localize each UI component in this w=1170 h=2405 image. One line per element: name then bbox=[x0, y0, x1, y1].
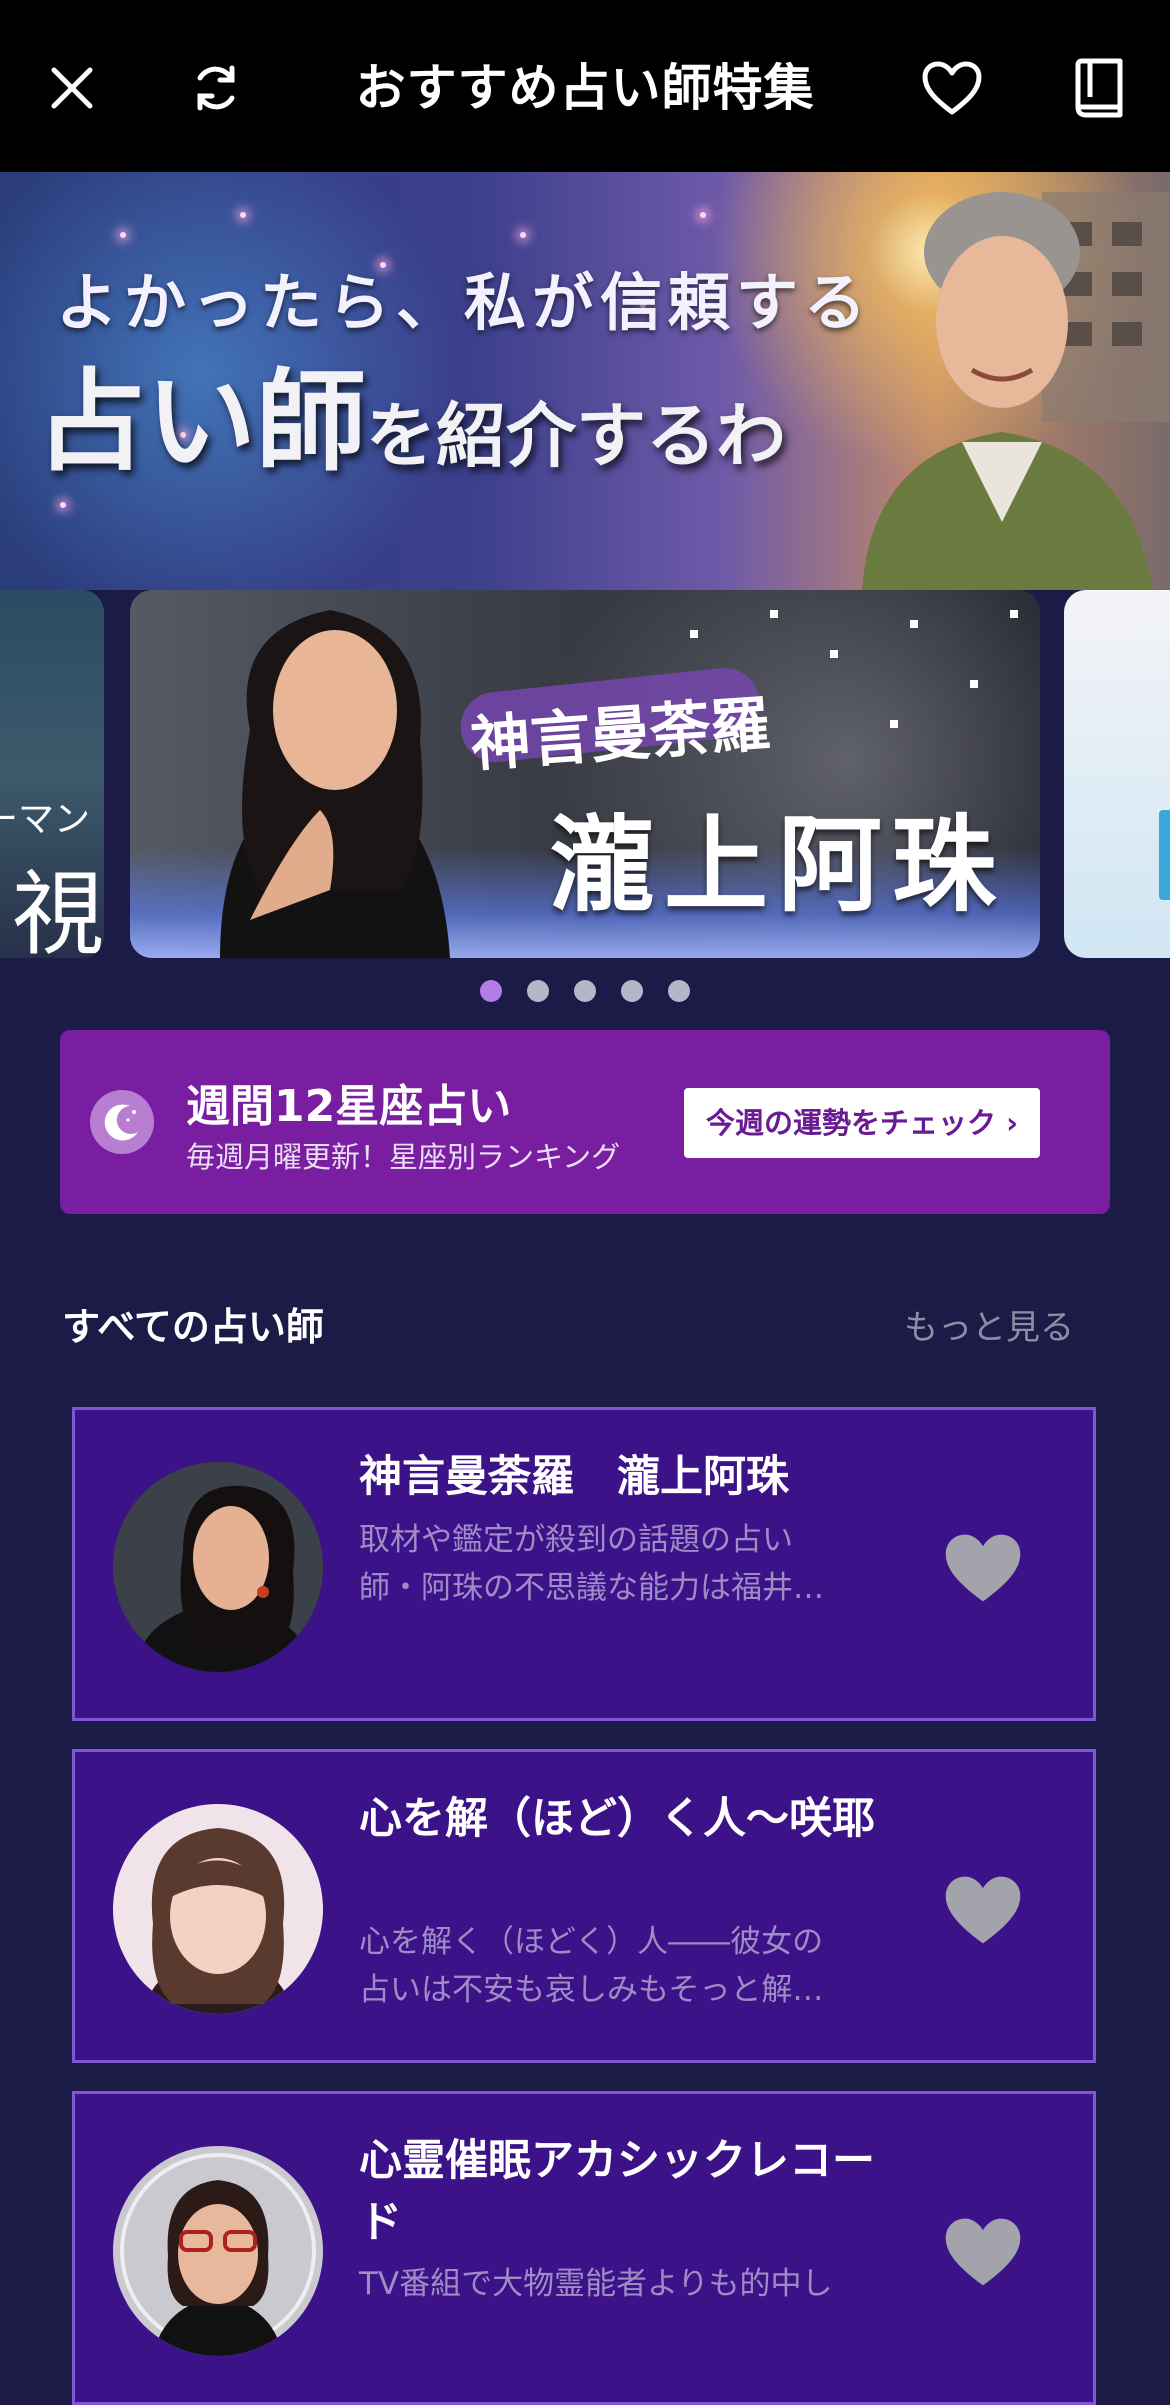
description-line: 取材や鑑定が殺到の話題の占い bbox=[359, 1522, 793, 1558]
fortune-teller-description: 取材や鑑定が殺到の話題の占い 師・阿珠の不思議な能力は福井… bbox=[359, 1516, 879, 1612]
slide-caption: ーマン bbox=[0, 799, 90, 840]
pagination-dot[interactable] bbox=[621, 980, 643, 1002]
description-line: TV番組で大物霊能者よりも的中し bbox=[359, 2266, 833, 2302]
carousel-pagination bbox=[0, 980, 1170, 1002]
featured-carousel[interactable]: ーマン 視 神言曼荼羅 瀧上阿珠 bbox=[0, 590, 1170, 958]
favorite-heart-icon[interactable] bbox=[943, 2216, 1023, 2288]
fortune-teller-card[interactable]: 心を解（ほど）く人〜咲耶 心を解く（ほどく）人――彼女の 占いは不安も哀しみもそ… bbox=[72, 1749, 1096, 2063]
avatar bbox=[113, 2146, 323, 2356]
fortune-teller-name: 心霊催眠アカシックレコード bbox=[359, 2136, 875, 2248]
page-title: おすすめ占い師特集 bbox=[355, 59, 815, 117]
hero-title-main: 占い師 bbox=[36, 357, 366, 486]
heart-icon[interactable] bbox=[920, 56, 984, 120]
hero-title: 占い師を紹介するわ bbox=[36, 332, 786, 492]
promo-title: 週間12星座占い bbox=[186, 1081, 512, 1132]
description-line: 師・阿珠の不思議な能力は福井… bbox=[359, 1570, 824, 1606]
fortune-teller-description: 心を解く（ほどく）人――彼女の 占いは不安も哀しみもそっと解… bbox=[359, 1918, 879, 2014]
fortune-teller-card[interactable]: 神言曼荼羅 瀧上阿珠 取材や鑑定が殺到の話題の占い 師・阿珠の不思議な能力は福井… bbox=[72, 1407, 1096, 1721]
fortune-teller-name: 心を解（ほど）く人〜咲耶 bbox=[359, 1794, 875, 1844]
hero-portrait-image bbox=[842, 192, 1170, 590]
carousel-slide-current[interactable]: 神言曼荼羅 瀧上阿珠 bbox=[130, 590, 1040, 958]
avatar bbox=[113, 1462, 323, 1672]
fortune-teller-description: TV番組で大物霊能者よりも的中し bbox=[359, 2260, 879, 2308]
hero-headline: よかったら、私が信頼する bbox=[56, 266, 873, 339]
fortune-teller-name: 神言曼荼羅 瀧上阿珠 bbox=[359, 1452, 789, 1502]
favorite-heart-icon[interactable] bbox=[943, 1532, 1023, 1604]
hero-banner: よかったら、私が信頼する 占い師を紹介するわ bbox=[0, 172, 1170, 590]
see-more-link[interactable]: もっと見る bbox=[904, 1300, 1074, 1349]
slide-title: 瀧上阿珠 bbox=[550, 803, 1007, 926]
slide-title: 視 bbox=[11, 861, 104, 958]
promo-subtitle: 毎週月曜更新！星座別ランキング bbox=[186, 1140, 621, 1174]
moon-icon bbox=[90, 1090, 154, 1154]
avatar bbox=[113, 1804, 323, 2014]
pagination-dot[interactable] bbox=[668, 980, 690, 1002]
check-fortune-button[interactable]: 今週の運勢をチェック › bbox=[684, 1088, 1040, 1158]
weekly-horoscope-banner[interactable]: 週間12星座占い 毎週月曜更新！星座別ランキング 今週の運勢をチェック › bbox=[60, 1030, 1110, 1214]
description-line: 心を解く（ほどく）人――彼女の bbox=[359, 1924, 824, 1960]
top-bar: おすすめ占い師特集 bbox=[0, 0, 1170, 172]
hero-title-rest: を紹介するわ bbox=[366, 394, 786, 477]
section-title: すべての占い師 bbox=[62, 1305, 324, 1349]
pagination-dot[interactable] bbox=[480, 980, 502, 1002]
carousel-slide-next[interactable] bbox=[1064, 590, 1170, 958]
pagination-dot[interactable] bbox=[527, 980, 549, 1002]
carousel-slide-previous[interactable]: ーマン 視 bbox=[0, 590, 104, 958]
favorite-heart-icon[interactable] bbox=[943, 1874, 1023, 1946]
pagination-dot[interactable] bbox=[574, 980, 596, 1002]
description-line: 占いは不安も哀しみもそっと解… bbox=[359, 1972, 824, 2008]
book-icon[interactable] bbox=[1066, 56, 1130, 120]
fortune-teller-card[interactable]: 心霊催眠アカシックレコード TV番組で大物霊能者よりも的中し bbox=[72, 2091, 1096, 2405]
slide-portrait-image bbox=[220, 610, 450, 958]
